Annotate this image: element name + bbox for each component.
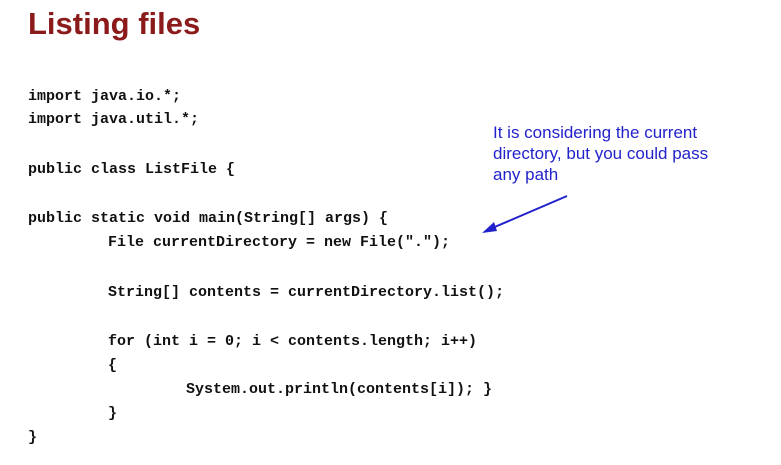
annotation-line: directory, but you could pass xyxy=(493,144,709,163)
code-block: import java.io.*; import java.util.*; pu… xyxy=(0,0,781,465)
annotation-line: any path xyxy=(493,165,559,184)
code-line: import java.io.*; xyxy=(28,88,182,105)
code-line: } xyxy=(108,405,118,422)
code-line: import java.util.*; xyxy=(28,111,200,128)
code-line: for (int i = 0; i < contents.length; i++… xyxy=(108,333,478,350)
code-line: public class ListFile { xyxy=(28,161,236,178)
code-line: String[] contents = currentDirectory.lis… xyxy=(108,284,505,301)
annotation-line: It is considering the current xyxy=(493,123,698,142)
slide: Listing files import java.io.*; import j… xyxy=(0,0,781,465)
code-line: public static void main(String[] args) { xyxy=(28,210,389,227)
annotation-callout: It is considering the current directory,… xyxy=(493,122,763,185)
code-line: { xyxy=(108,357,118,374)
code-line: File currentDirectory = new File("."); xyxy=(108,234,451,251)
code-line: } xyxy=(28,429,38,446)
code-line: System.out.println(contents[i]); } xyxy=(186,381,493,398)
